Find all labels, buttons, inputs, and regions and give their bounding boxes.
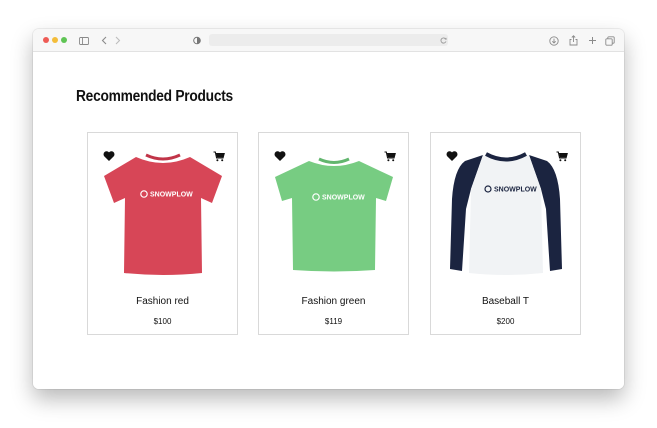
browser-toolbar (33, 29, 624, 52)
new-tab-icon[interactable] (587, 34, 597, 47)
product-name[interactable]: Fashion red (88, 296, 237, 307)
product-price: $119 (324, 317, 343, 326)
share-icon[interactable] (568, 34, 578, 47)
product-price: $100 (153, 317, 172, 326)
tab-overview-icon[interactable] (605, 34, 615, 47)
green-tshirt-image[interactable]: SNOWPLOW (269, 149, 399, 279)
address-bar[interactable] (209, 34, 448, 46)
forward-icon[interactable] (114, 34, 122, 47)
section-title: Recommended Products (76, 88, 233, 105)
shirt-logo-text: SNOWPLOW (322, 195, 365, 202)
product-name[interactable]: Baseball T (431, 296, 580, 307)
shirt-logo-text: SNOWPLOW (150, 192, 193, 199)
browser-window: Recommended Products SNOWPLOW Fashion re… (33, 29, 624, 389)
sidebar-toggle-icon[interactable] (79, 34, 89, 47)
tshirt-body (104, 157, 222, 275)
shirt-logo-text: SNOWPLOW (494, 187, 537, 194)
downloads-icon[interactable] (549, 34, 559, 47)
back-icon[interactable] (100, 34, 108, 47)
privacy-shield-icon[interactable] (193, 34, 201, 47)
product-card[interactable]: SNOWPLOW Fashion red $100 (87, 132, 238, 335)
close-window-button[interactable] (43, 37, 49, 43)
maximize-window-button[interactable] (61, 37, 67, 43)
baseball-tshirt-image[interactable]: SNOWPLOW (441, 149, 571, 279)
reload-icon[interactable] (439, 34, 447, 46)
tshirt-body (469, 155, 543, 275)
product-card[interactable]: SNOWPLOW Fashion green $119 (258, 132, 409, 335)
page-content: Recommended Products SNOWPLOW Fashion re… (33, 52, 624, 389)
tshirt-body (275, 161, 393, 272)
product-price: $200 (496, 317, 515, 326)
product-name[interactable]: Fashion green (259, 296, 408, 307)
minimize-window-button[interactable] (52, 37, 58, 43)
product-card[interactable]: SNOWPLOW Baseball T $200 (430, 132, 581, 335)
red-tshirt-image[interactable]: SNOWPLOW (98, 149, 228, 279)
